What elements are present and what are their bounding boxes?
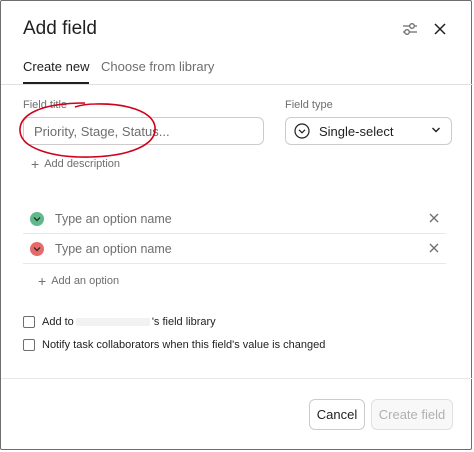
add-option-label: Add an option xyxy=(51,275,120,287)
field-title-input[interactable] xyxy=(23,117,264,145)
field-type-value: Single-select xyxy=(319,123,394,139)
plus-icon: + xyxy=(38,272,47,289)
close-icon[interactable] xyxy=(431,20,449,38)
tab-bar: Create new Choose from library xyxy=(1,57,473,85)
chevron-down-icon xyxy=(432,127,440,133)
add-to-library-suffix: 's field library xyxy=(151,316,216,328)
notify-collaborators-checkbox[interactable] xyxy=(23,339,35,351)
field-type-select[interactable]: Single-select xyxy=(285,117,452,145)
chevron-down-icon xyxy=(33,246,41,251)
redacted-workspace-name xyxy=(75,318,150,326)
chevron-down-icon xyxy=(33,216,41,221)
plus-icon: + xyxy=(31,155,40,172)
option-name-input[interactable] xyxy=(53,240,387,257)
notify-collaborators-label: Notify task collaborators when this fiel… xyxy=(42,339,326,351)
option-color-picker[interactable] xyxy=(30,211,44,226)
add-to-library-checkbox[interactable] xyxy=(23,316,35,328)
tab-create-new[interactable]: Create new xyxy=(23,59,90,84)
add-to-library-row: Add to 's field library xyxy=(23,316,216,328)
notify-collaborators-row: Notify task collaborators when this fiel… xyxy=(23,339,325,351)
option-row xyxy=(23,234,446,264)
footer-divider xyxy=(1,378,473,379)
option-color-picker[interactable] xyxy=(30,241,44,256)
option-name-input[interactable] xyxy=(53,210,387,227)
tab-choose-from-library[interactable]: Choose from library xyxy=(101,59,214,82)
add-description-label: Add description xyxy=(44,158,121,170)
add-to-library-prefix: Add to xyxy=(42,316,74,328)
sliders-icon[interactable] xyxy=(401,20,419,38)
dialog-title: Add field xyxy=(23,18,97,39)
remove-option-icon[interactable] xyxy=(428,212,440,224)
add-field-dialog: Add field Create new Choose from library… xyxy=(0,0,473,450)
cancel-button[interactable]: Cancel xyxy=(309,399,365,430)
create-field-button[interactable]: Create field xyxy=(371,399,453,430)
add-option-link[interactable]: + Add an option xyxy=(38,272,120,289)
add-description-link[interactable]: + Add description xyxy=(31,155,121,172)
option-row xyxy=(23,204,446,234)
field-title-label: Field title xyxy=(23,99,68,111)
chevron-circle-icon xyxy=(294,123,310,139)
field-type-label: Field type xyxy=(285,99,333,111)
remove-option-icon[interactable] xyxy=(428,242,440,254)
